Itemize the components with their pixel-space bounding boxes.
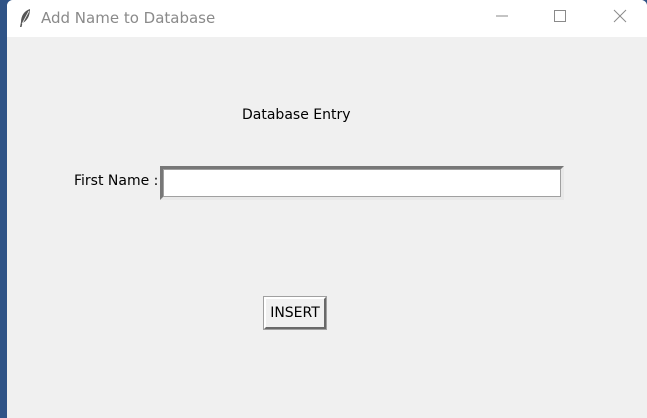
close-button[interactable] <box>597 0 643 32</box>
insert-button[interactable]: INSERT <box>263 296 327 330</box>
maximize-button[interactable] <box>537 0 583 32</box>
feather-icon <box>18 8 32 28</box>
minimize-icon <box>496 10 508 22</box>
form-heading: Database Entry <box>242 107 351 123</box>
app-window: Add Name to Database Database Entry Firs… <box>7 0 647 418</box>
first-name-entry-frame <box>160 166 564 200</box>
maximize-icon <box>554 10 566 22</box>
title-bar[interactable]: Add Name to Database <box>7 0 647 37</box>
minimize-button[interactable] <box>479 0 525 32</box>
first-name-input[interactable] <box>163 169 561 197</box>
close-icon <box>613 9 627 23</box>
window-title: Add Name to Database <box>41 9 216 27</box>
first-name-label: First Name : <box>74 173 159 189</box>
